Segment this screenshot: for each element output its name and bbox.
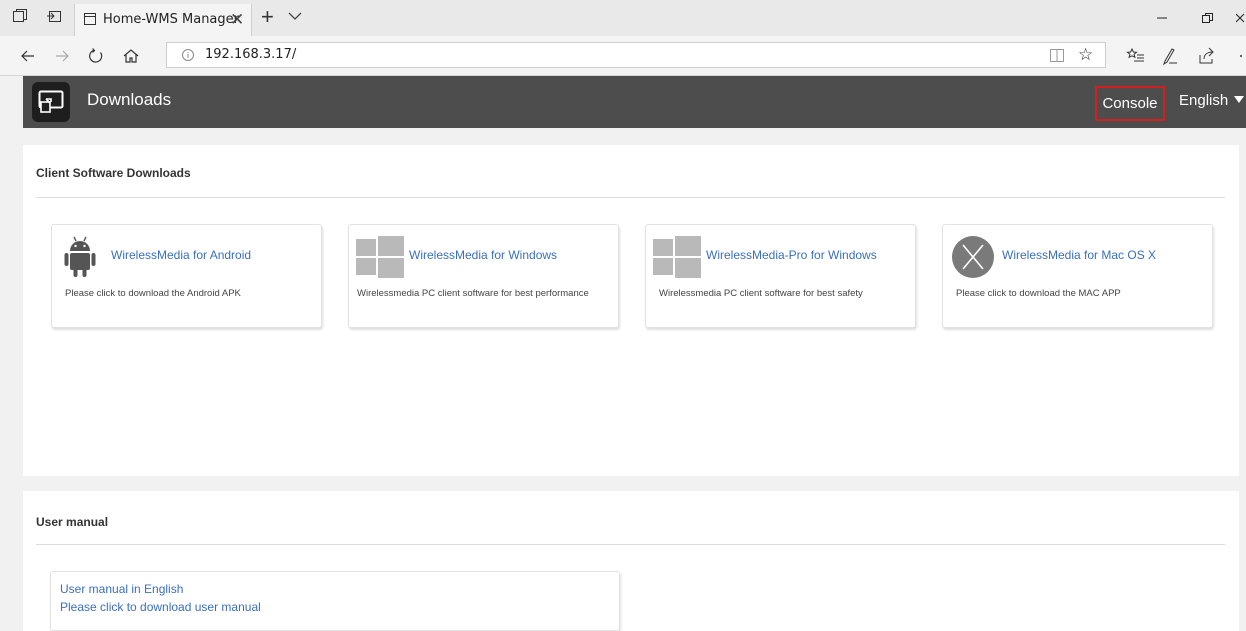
client-software-downloads-panel: Client Software Downloads WirelessMedia … [23,145,1239,476]
close-window-icon[interactable] [1236,8,1246,28]
divider [36,544,1225,545]
caret-down-icon [1234,96,1245,103]
minimize-icon[interactable] [1152,8,1172,28]
set-tabs-aside-icon[interactable] [46,8,64,26]
url-text[interactable]: 192.168.3.17/ [205,47,296,62]
close-tab-icon[interactable]: ✕ [230,11,244,29]
page-icon [83,12,97,26]
download-card-android[interactable]: WirelessMedia for Android Please click t… [51,224,322,328]
new-tab-button[interactable]: + [261,5,274,29]
card-link[interactable]: WirelessMedia-Pro for Windows [706,248,877,262]
mac-os-x-icon [948,233,998,283]
restore-icon[interactable] [1197,8,1217,28]
app-logo[interactable] [32,82,70,122]
divider [36,197,1225,198]
tab-home-wms-manager[interactable]: Home-WMS Manager ✕ [74,4,252,36]
reading-view-icon[interactable] [1050,49,1064,62]
more-menu-icon[interactable] [1236,46,1246,66]
tab-title: Home-WMS Manager [103,12,239,27]
favorites-list-icon[interactable] [1126,46,1146,66]
share-icon[interactable] [1196,46,1216,66]
back-icon[interactable] [18,46,38,66]
pen-notes-icon[interactable] [1160,46,1180,66]
user-manual-card[interactable]: User manual in English Please click to d… [50,571,620,631]
home-icon[interactable] [121,46,141,66]
download-card-mac-os-x[interactable]: WirelessMedia for Mac OS X Please click … [942,224,1213,328]
user-manual-link[interactable]: User manual in English [60,582,183,596]
user-manual-panel: User manual User manual in English Pleas… [23,491,1239,631]
browser-nav-bar: 192.168.3.17/ ☆ [0,36,1246,76]
windows-icon [354,233,406,281]
windows-icon [651,233,703,281]
forward-icon[interactable] [52,46,72,66]
android-icon [57,233,107,281]
card-description: Wirelessmedia PC client software for bes… [659,288,863,299]
card-description: Please click to download the MAC APP [956,288,1121,299]
download-card-windows-pro[interactable]: WirelessMedia-Pro for Windows Wirelessme… [645,224,916,328]
page-title: Downloads [87,90,172,109]
download-card-windows[interactable]: WirelessMedia for Windows Wirelessmedia … [348,224,619,328]
console-button[interactable]: Console [1095,86,1165,121]
site-info-icon[interactable] [181,48,195,62]
section-title: User manual [36,515,109,529]
card-link[interactable]: WirelessMedia for Windows [409,248,557,262]
chevron-down-icon[interactable] [288,11,302,21]
language-selector[interactable]: English [1179,92,1245,109]
language-label: English [1179,92,1229,109]
browser-tab-strip: Home-WMS Manager ✕ + [0,0,1246,36]
user-manual-download-link[interactable]: Please click to download user manual [60,600,261,614]
app-header: Downloads Console English [23,76,1246,128]
tab-preview-icon[interactable] [12,8,30,26]
card-link[interactable]: WirelessMedia for Mac OS X [1002,248,1156,262]
card-link[interactable]: WirelessMedia for Android [111,248,251,262]
refresh-icon[interactable] [86,46,106,66]
card-description: Wirelessmedia PC client software for bes… [357,288,589,299]
address-bar[interactable]: 192.168.3.17/ ☆ [166,42,1106,68]
favorite-star-icon[interactable]: ☆ [1078,45,1093,65]
section-title: Client Software Downloads [36,166,191,180]
card-description: Please click to download the Android APK [65,288,241,299]
